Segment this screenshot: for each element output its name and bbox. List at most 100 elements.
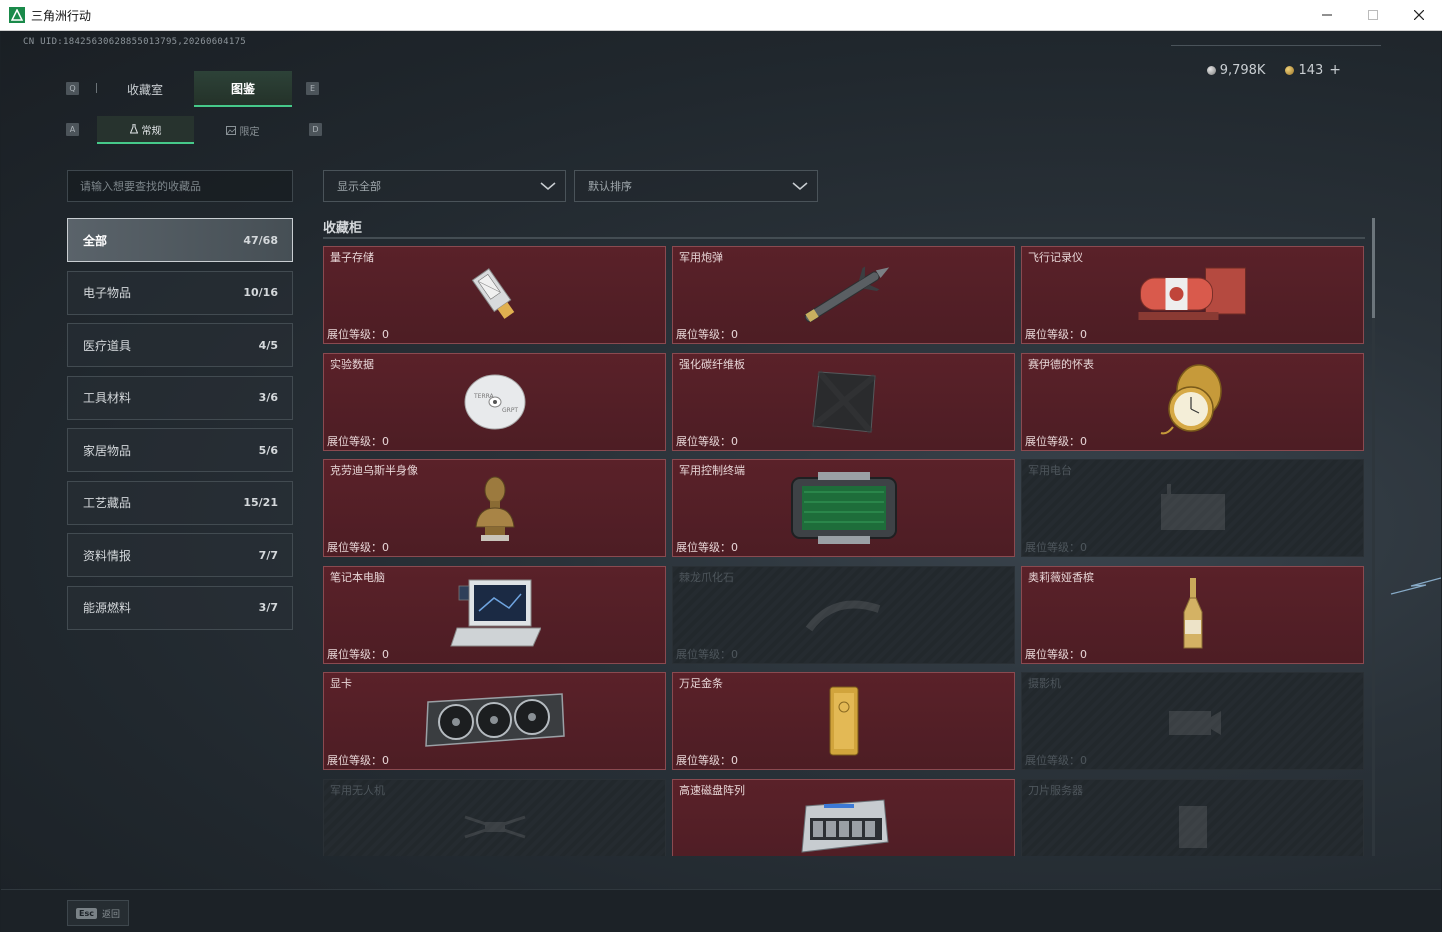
collection-item-card[interactable]: 万足金条 展位等级：0 xyxy=(672,672,1015,770)
category-energy[interactable]: 能源燃料 3/7 xyxy=(67,585,293,630)
collection-item-card[interactable]: 笔记本电脑 展位等级：0 xyxy=(323,565,666,664)
category-label: 能源燃料 xyxy=(83,601,132,615)
window-titlebar: 三角洲行动 xyxy=(0,0,1442,31)
disk-array-icon xyxy=(796,796,892,856)
category-label: 医疗道具 xyxy=(83,338,132,353)
item-name: 飞行记录仪 xyxy=(1028,251,1083,264)
missile-icon xyxy=(789,260,899,334)
section-title: 收藏柜 xyxy=(323,221,363,236)
chevron-down-icon xyxy=(540,182,556,190)
drone-icon xyxy=(460,807,530,851)
laptop-icon xyxy=(449,576,542,656)
item-display-level: 展位等级：0 xyxy=(676,541,738,554)
item-name: 军用控制终端 xyxy=(679,464,745,477)
maximize-button[interactable] xyxy=(1350,0,1396,30)
item-display-level: 展位等级：0 xyxy=(327,434,389,448)
collection-item-card[interactable]: 显卡展位等级：0 xyxy=(323,672,666,770)
category-label: 电子物品 xyxy=(83,286,132,300)
collection-item-card[interactable]: 强化碳纤维板 展位等级：0 xyxy=(672,352,1015,451)
category-count: 5/6 xyxy=(258,443,278,457)
add-currency-button[interactable]: + xyxy=(1329,62,1341,78)
item-name: 高速磁盘阵列 xyxy=(679,783,745,797)
category-count: 10/16 xyxy=(243,286,278,299)
collection-item-card[interactable]: 实验数据 TERRA GRPT 展位等级：0 xyxy=(323,352,666,451)
item-name: 赛伊德的怀表 xyxy=(1028,357,1094,371)
collection-item-card[interactable]: 量子存储 展位等级：0 xyxy=(323,246,666,344)
disc-icon: TERRA GRPT xyxy=(462,368,528,438)
collection-item-card[interactable]: 奥莉薇娅香槟 展位等级：0 xyxy=(1021,565,1364,664)
item-name: 克劳迪乌斯半身像 xyxy=(330,464,418,477)
gold-bar-icon xyxy=(826,685,862,761)
silver-coin-icon xyxy=(1206,65,1216,75)
game-viewport: CN UID:18425630628855013795,20260604175 … xyxy=(1,31,1441,931)
category-count: 15/21 xyxy=(243,496,278,509)
gold-amount: 143 xyxy=(1298,63,1324,78)
item-display-level: 展位等级：0 xyxy=(1025,434,1087,448)
collection-item-card[interactable]: 高速磁盘阵列 xyxy=(672,778,1015,856)
category-tools[interactable]: 工具材料 3/6 xyxy=(67,375,293,420)
flask-icon xyxy=(129,124,138,134)
category-count: 3/7 xyxy=(258,601,278,614)
item-name: 实验数据 xyxy=(330,357,374,371)
svg-text:GRPT: GRPT xyxy=(502,407,518,414)
svg-text:TERRA: TERRA xyxy=(473,393,495,400)
scrollbar-thumb[interactable] xyxy=(1372,218,1375,318)
category-electronics[interactable]: 电子物品 10/16 xyxy=(67,270,293,315)
collection-item-card[interactable]: 军用电台 展位等级：0 xyxy=(1021,459,1364,557)
collection-item-card[interactable]: 赛伊德的怀表 展位等级：0 xyxy=(1021,352,1364,451)
collection-item-card[interactable]: 军用无人机 xyxy=(323,778,666,856)
category-count: 3/6 xyxy=(258,391,278,404)
item-name: 军用无人机 xyxy=(330,783,385,797)
collection-item-card[interactable]: 摄影机 展位等级：0 xyxy=(1021,672,1364,770)
item-name: 奥莉薇娅香槟 xyxy=(1028,570,1094,584)
item-name: 军用炮弹 xyxy=(679,251,723,264)
collection-item-card[interactable]: 克劳迪乌斯半身像 展位等级：0 xyxy=(323,459,666,557)
image-icon xyxy=(225,125,236,135)
item-name: 棘龙爪化石 xyxy=(679,570,734,584)
item-display-level: 展位等级：0 xyxy=(676,328,738,341)
collection-item-card[interactable]: 军用炮弹展位等级：0 xyxy=(672,246,1015,344)
main-tabs: 收藏室 图鉴 xyxy=(96,71,292,107)
category-count: 7/7 xyxy=(258,548,278,562)
sort-dropdown[interactable]: 默认排序 xyxy=(574,170,818,202)
collection-grid: 量子存储 展位等级：0 军用炮弹 展位等级：0 飞行记录仪 展位等级：0 实验数据 TERRA… xyxy=(323,246,1367,856)
footer-bar: Esc 返回 xyxy=(1,889,1441,931)
item-display-level: 展位等级：0 xyxy=(676,434,738,448)
category-intel[interactable]: 资料情报 7/7 xyxy=(67,533,293,577)
category-label: 家居物品 xyxy=(83,443,132,458)
item-name: 显卡 xyxy=(330,677,352,690)
item-display-level: 展位等级：0 xyxy=(327,754,389,767)
champagne-icon xyxy=(1180,576,1206,656)
carbon-plate-icon xyxy=(809,368,879,438)
subtab-regular[interactable]: 常规 xyxy=(97,116,194,144)
filter-dropdown[interactable]: 显示全部 xyxy=(323,170,566,202)
collection-item-card[interactable]: 棘龙爪化石 展位等级：0 xyxy=(672,565,1015,664)
collection-item-card[interactable]: 军用控制终端 展位等级：0 xyxy=(672,459,1015,557)
terminal-icon xyxy=(788,471,900,548)
gpu-icon xyxy=(422,692,568,754)
back-label: 返回 xyxy=(101,909,120,920)
filter-dropdown-value: 显示全部 xyxy=(337,180,381,193)
category-crafts[interactable]: 工艺藏品 15/21 xyxy=(67,480,293,525)
item-name: 笔记本电脑 xyxy=(330,570,385,584)
collection-grid-viewport: 量子存储 展位等级：0 军用炮弹 展位等级：0 飞行记录仪 展位等级：0 实验数据 TERRA… xyxy=(323,246,1367,856)
search-placeholder: 请输入想要查找的收藏品 xyxy=(80,180,201,193)
back-button[interactable]: Esc 返回 xyxy=(67,900,129,926)
item-name: 刀片服务器 xyxy=(1028,783,1083,797)
subtab-limited[interactable]: 限定 xyxy=(194,116,291,144)
tab-catalog[interactable]: 图鉴 xyxy=(194,71,292,107)
player-uid: CN UID:18425630628855013795,20260604175 xyxy=(23,37,247,47)
collection-item-card[interactable]: 飞行记录仪 展位等级：0 xyxy=(1021,246,1364,344)
tab-collection-room[interactable]: 收藏室 xyxy=(96,71,194,107)
chevron-down-icon xyxy=(792,182,808,190)
section-divider xyxy=(323,237,1365,239)
search-input[interactable]: 请输入想要查找的收藏品 xyxy=(67,170,293,202)
category-all[interactable]: 全部 47/68 xyxy=(67,218,293,262)
minimize-button[interactable] xyxy=(1304,0,1350,30)
category-count: 4/5 xyxy=(258,338,278,352)
collection-item-card[interactable]: 刀片服务器 xyxy=(1021,778,1364,856)
category-medical[interactable]: 医疗道具 4/5 xyxy=(67,323,293,367)
close-button[interactable] xyxy=(1396,0,1442,30)
category-household[interactable]: 家居物品 5/6 xyxy=(67,428,293,472)
item-name: 万足金条 xyxy=(679,677,723,690)
